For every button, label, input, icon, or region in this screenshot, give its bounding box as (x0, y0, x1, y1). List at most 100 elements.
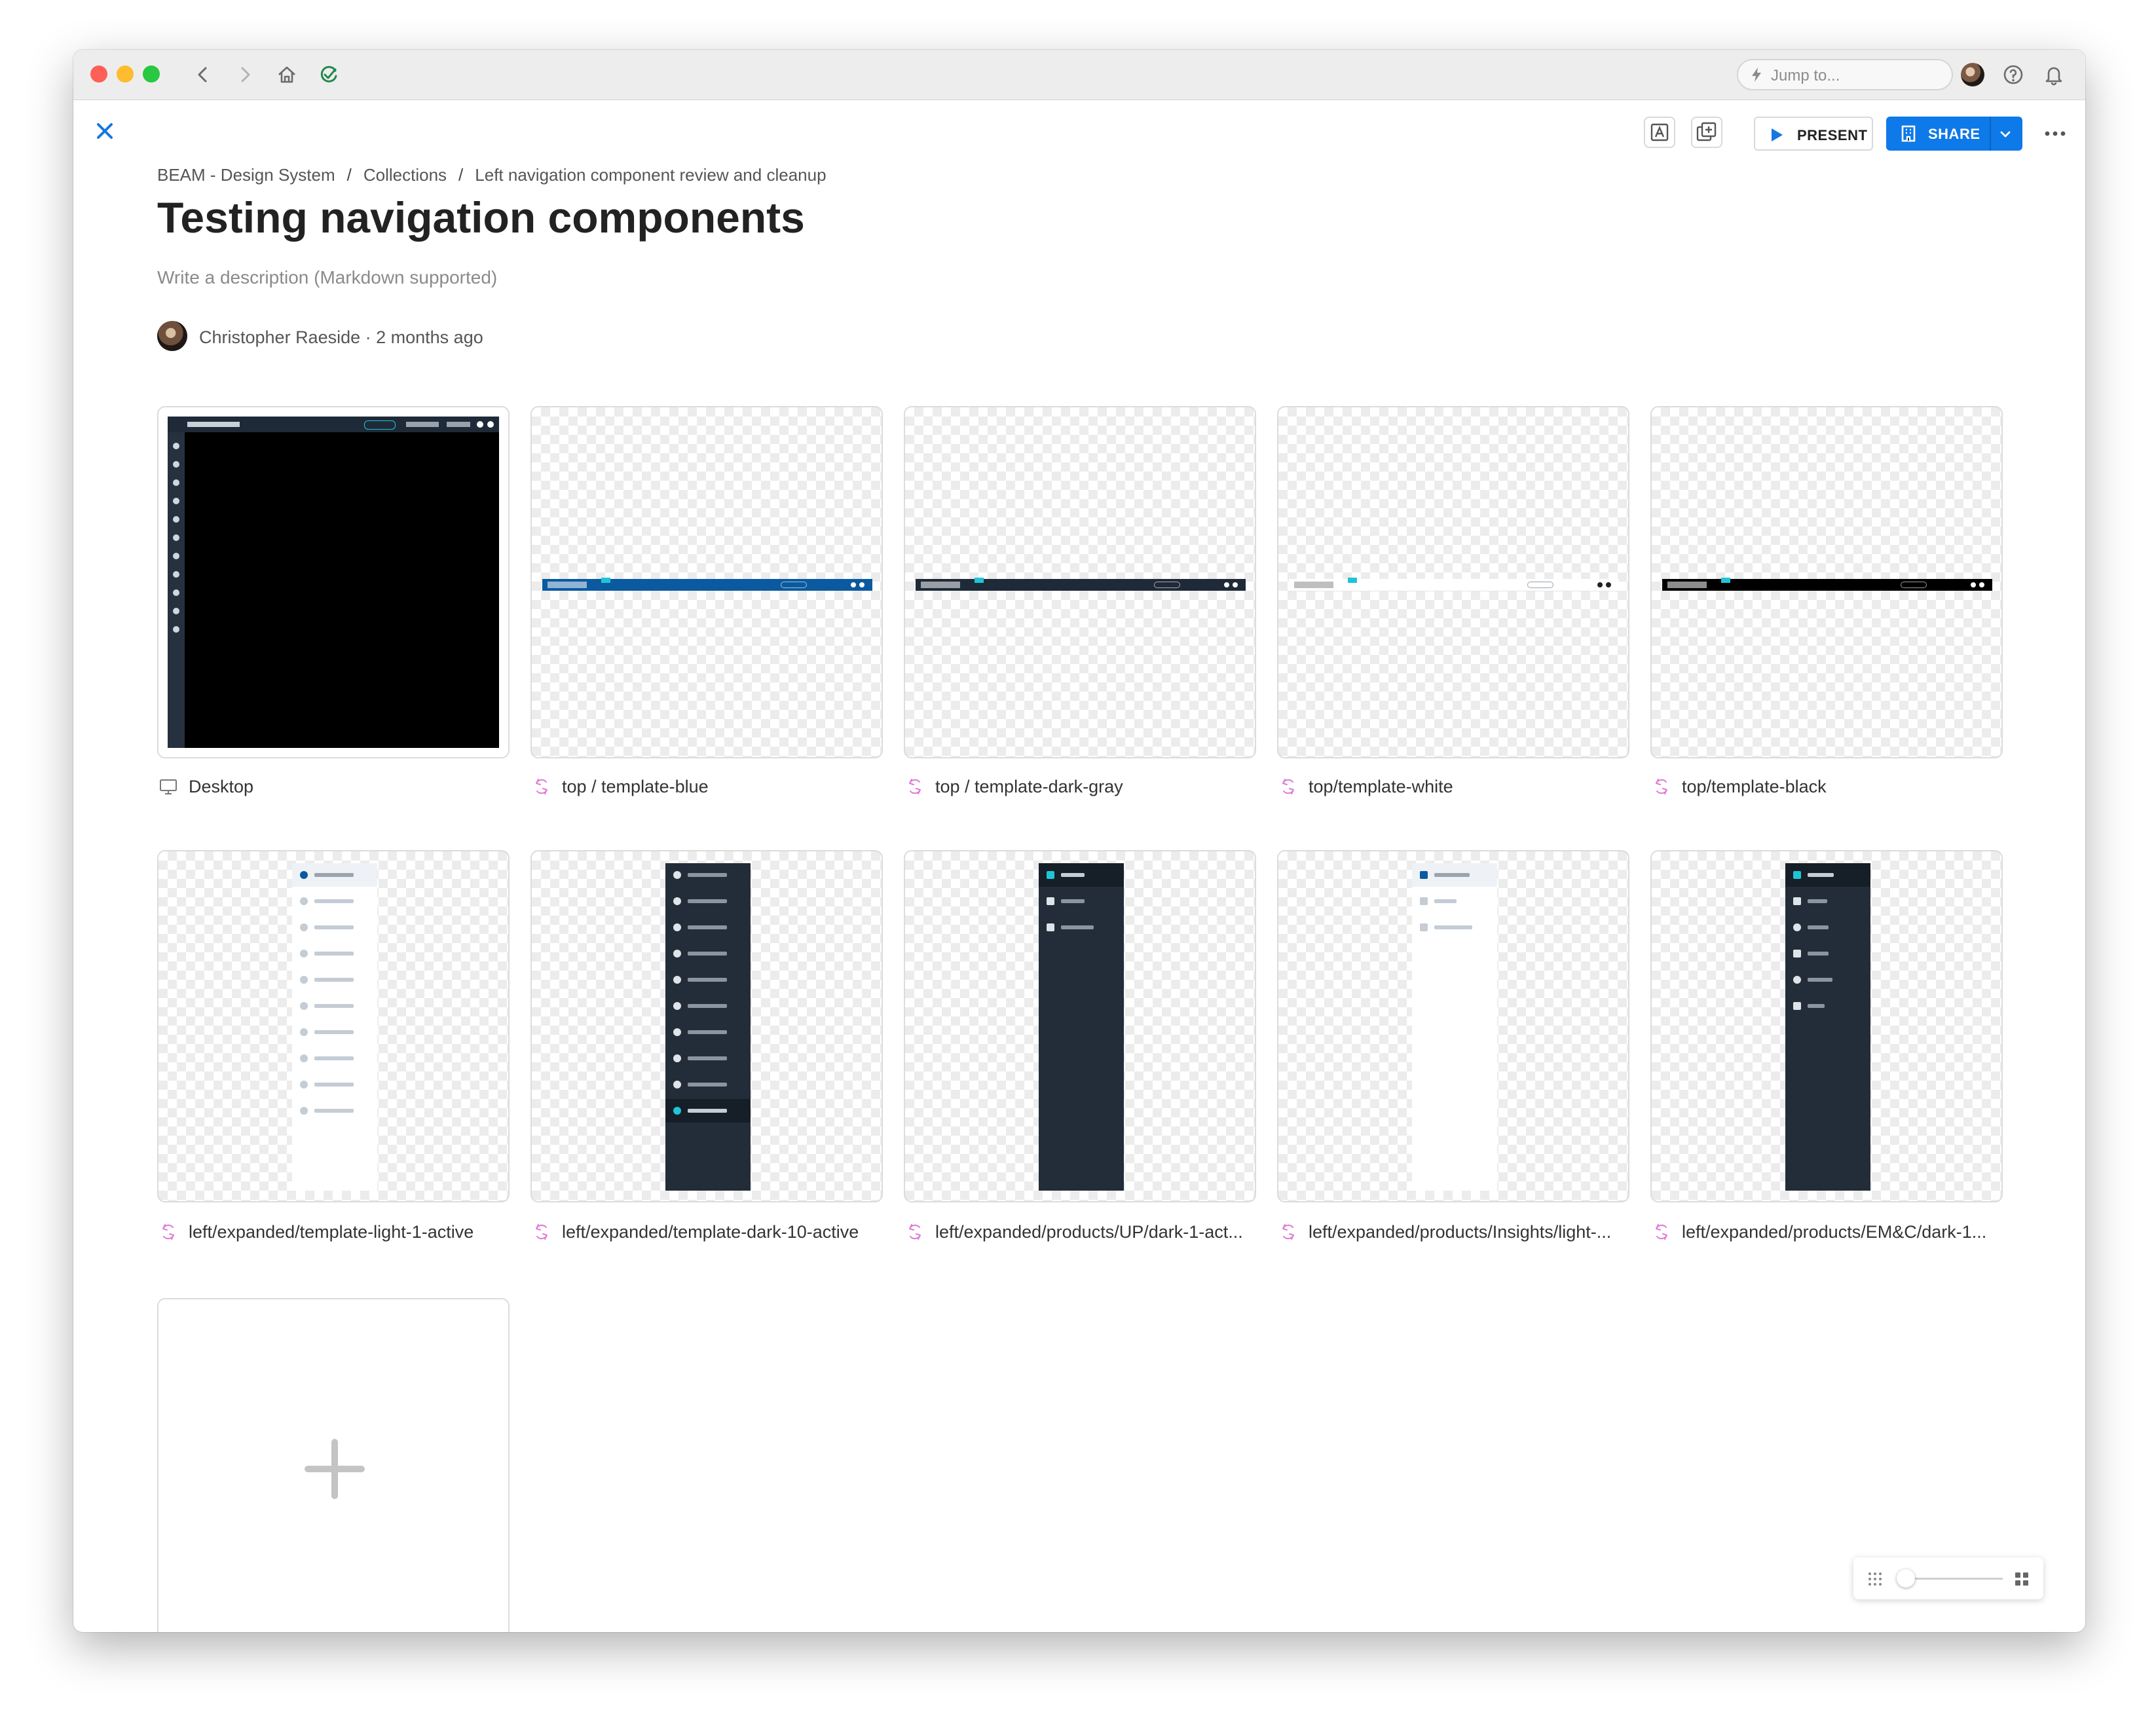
dark-left-nav-thumbnail (665, 863, 751, 1191)
home-icon[interactable] (274, 62, 300, 88)
card-label[interactable]: left/expanded/template-light-1-active (189, 1222, 510, 1242)
thumbnail-side-bar (168, 432, 185, 748)
close-window-button[interactable] (90, 65, 107, 83)
author-name: Christopher Raeside (199, 327, 361, 347)
share-button[interactable]: SHARE (1886, 117, 2022, 151)
more-options-icon[interactable] (2041, 121, 2070, 147)
notifications-icon[interactable] (2041, 62, 2067, 88)
help-icon[interactable] (2000, 62, 2026, 88)
thumbnail-nav-row (292, 1073, 377, 1096)
chevron-down-icon[interactable] (1996, 125, 2015, 143)
zoom-control (1853, 1557, 2043, 1599)
card-label[interactable]: top / template-dark-gray (935, 777, 1256, 797)
thumbnail-nav-row (292, 1099, 377, 1123)
add-artboard-card[interactable] (157, 1298, 510, 1632)
thumbnail-tag (1721, 578, 1730, 583)
thumbnail-pill (1901, 582, 1927, 588)
symbol-icon (1656, 1224, 1667, 1240)
bolt-icon (1752, 67, 1761, 82)
thumbnail-pill (781, 582, 807, 588)
artboard-card-emc-dark[interactable] (1650, 850, 2003, 1202)
artboard-card-left-light[interactable] (157, 850, 510, 1202)
thumbnail-nav-row (665, 942, 751, 965)
thumbnail-nav-row (665, 916, 751, 939)
thumbnail-nav-row-active (665, 1099, 751, 1123)
card-label[interactable]: left/expanded/template-dark-10-active (562, 1222, 883, 1242)
sync-check-icon[interactable] (316, 62, 342, 88)
symbol-icon (909, 1224, 921, 1240)
symbol-icon (536, 779, 548, 794)
thumbnail-nav-row (665, 1073, 751, 1096)
artboard-card-top-dark-gray[interactable] (904, 406, 1256, 758)
artboard-card-desktop[interactable] (157, 406, 510, 758)
back-icon[interactable] (190, 62, 216, 88)
thumbnail-nav-row (1785, 942, 1870, 965)
zoom-slider-track[interactable] (1905, 1578, 2003, 1580)
white-top-bar-thumbnail (1289, 578, 1619, 591)
up-left-nav-thumbnail (1039, 863, 1124, 1191)
card-label[interactable]: top / template-blue (562, 777, 883, 797)
thumbnail-nav-dot (173, 626, 179, 633)
thumbnail-nav-row (665, 994, 751, 1018)
jump-to-search[interactable]: Jump to... (1737, 59, 1953, 90)
page-title[interactable]: Testing navigation components (157, 193, 805, 242)
thumbnail-nav-row (292, 889, 377, 913)
thumbnail-tag (975, 578, 984, 583)
card-label[interactable]: top/template-black (1682, 777, 2003, 797)
close-icon[interactable] (92, 118, 118, 144)
author-line: Christopher Raeside · 2 months ago (199, 327, 483, 347)
thumbnail-nav-row (292, 968, 377, 992)
thumbnail-dots (851, 582, 864, 587)
card-label[interactable]: top/template-white (1309, 777, 1629, 797)
symbol-icon (909, 779, 921, 794)
thumbnail-nav-row (665, 1047, 751, 1070)
symbol-icon (536, 1224, 548, 1240)
breadcrumb-item-collection[interactable]: Left navigation component review and cle… (475, 165, 826, 185)
large-grid-icon[interactable] (2013, 1571, 2030, 1588)
forward-icon[interactable] (232, 62, 258, 88)
view-mode-button[interactable] (1644, 117, 1675, 148)
artboard-card-top-white[interactable] (1277, 406, 1629, 758)
description-field[interactable]: Write a description (Markdown supported) (157, 267, 497, 288)
thumbnail-nav-row (665, 968, 751, 992)
breadcrumb: BEAM - Design System / Collections / Left na… (157, 165, 827, 185)
card-label[interactable]: left/expanded/products/Insights/light-..… (1309, 1222, 1629, 1242)
thumbnail-nav-row (292, 994, 377, 1018)
thumbnail-dot (477, 421, 483, 428)
thumbnail-pill (1154, 582, 1180, 588)
user-avatar[interactable] (1961, 63, 1984, 86)
card-label[interactable]: left/expanded/products/EM&C/dark-1... (1682, 1222, 2003, 1242)
artboard-card-top-black[interactable] (1650, 406, 2003, 758)
thumbnail-nav-row (1412, 889, 1497, 913)
thumbnail-dots (1597, 582, 1611, 587)
artboard-card-insights-light[interactable] (1277, 850, 1629, 1202)
insights-left-nav-thumbnail (1412, 863, 1497, 1191)
add-to-collection-button[interactable] (1691, 117, 1722, 148)
minimize-window-button[interactable] (117, 65, 134, 83)
thumbnail-nav-row (292, 1020, 377, 1044)
thumbnail-dot (487, 421, 494, 428)
artboard-card-left-dark[interactable] (530, 850, 883, 1202)
thumbnail-nav-dot (173, 479, 179, 486)
zoom-slider-handle[interactable] (1897, 1569, 1915, 1588)
thumbnail-nav-row (665, 1020, 751, 1044)
card-label[interactable]: Desktop (189, 777, 510, 797)
thumbnail-nav-row (1412, 916, 1497, 939)
breadcrumb-item-collections[interactable]: Collections (363, 165, 447, 185)
thumbnail-nav-dot (173, 498, 179, 504)
zoom-window-button[interactable] (143, 65, 160, 83)
artboard-card-up-dark[interactable] (904, 850, 1256, 1202)
thumbnail-nav-dot (173, 534, 179, 541)
layers-add-icon (1696, 122, 1717, 141)
thumbnail-nav-dot (173, 443, 179, 449)
card-label[interactable]: left/expanded/products/UP/dark-1-act... (935, 1222, 1256, 1242)
present-button[interactable]: PRESENT (1754, 117, 1873, 151)
thumbnail-brand (548, 582, 587, 588)
thumbnail-nav-row (1039, 889, 1124, 913)
small-grid-icon[interactable] (1867, 1571, 1884, 1588)
thumbnail-brand (1294, 582, 1333, 588)
breadcrumb-item-workspace[interactable]: BEAM - Design System (157, 165, 335, 185)
artboard-card-top-blue[interactable] (530, 406, 883, 758)
thumbnail-dots (1224, 582, 1238, 587)
thumbnail-nav-row-active (1412, 863, 1497, 887)
